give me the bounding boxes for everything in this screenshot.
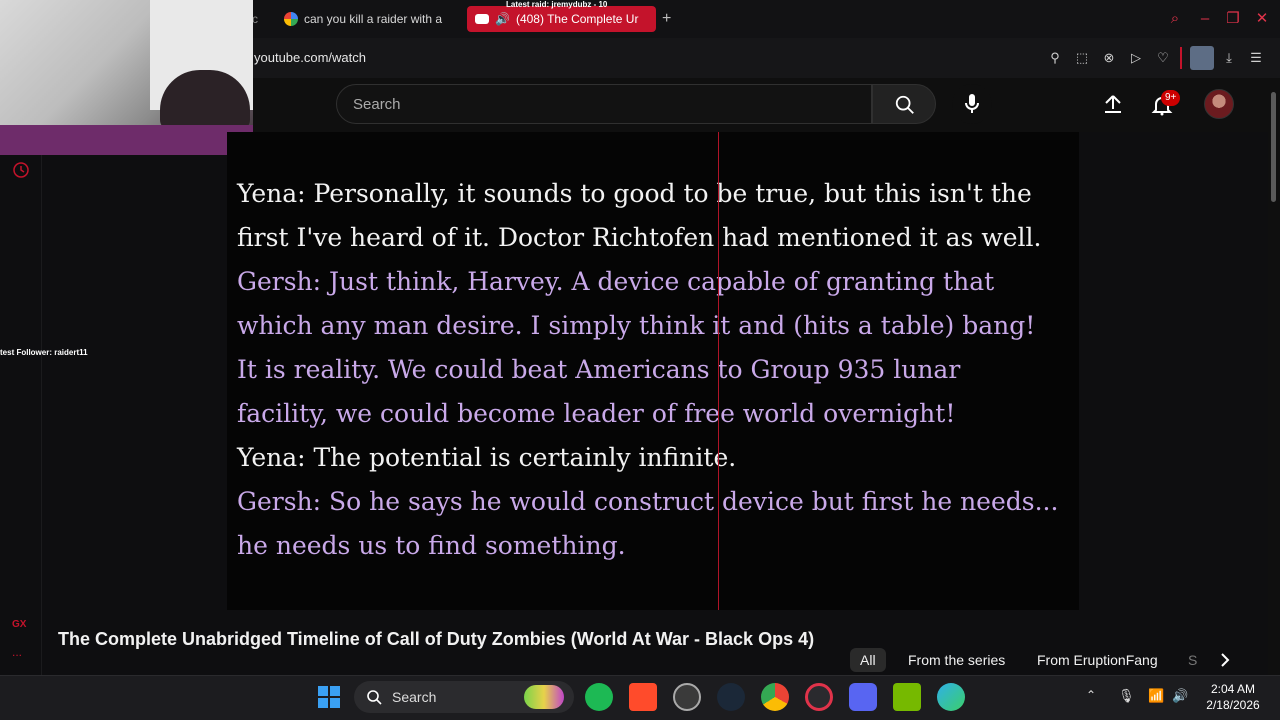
discord-icon[interactable] — [849, 683, 877, 711]
steam-icon[interactable] — [717, 683, 745, 711]
microphone-icon — [965, 94, 979, 113]
clock-time: 2:04 AM — [1210, 682, 1256, 696]
history-icon[interactable] — [12, 161, 30, 179]
subtitle-line: Yena: Personally, it sounds to good to b… — [237, 179, 1032, 208]
search-input[interactable]: Search — [336, 84, 872, 124]
search-icon — [895, 95, 914, 114]
nvidia-icon[interactable] — [893, 683, 921, 711]
search-tabs-icon[interactable]: ⌕ — [1166, 10, 1184, 28]
video-subtitles: Yena: Personally, it sounds to good to b… — [237, 172, 1077, 568]
google-icon — [284, 12, 298, 26]
new-tab-button[interactable]: + — [662, 6, 678, 32]
chip-from-series[interactable]: From the series — [908, 648, 1005, 672]
subtitle-line: Gersh: So he says he would construct dev… — [237, 487, 1059, 516]
chrome-icon[interactable] — [761, 683, 789, 711]
divider — [1180, 47, 1182, 69]
speaker-icon[interactable]: 🔊 — [495, 12, 510, 26]
tab-google-search[interactable]: can you kill a raider with a — [284, 6, 454, 32]
opera-gx-icon[interactable] — [805, 683, 833, 711]
chip-all[interactable]: All — [850, 648, 886, 672]
tab-partial[interactable]: c — [252, 6, 264, 32]
profile-avatar[interactable] — [1190, 46, 1214, 70]
minimize-icon[interactable]: – — [1196, 10, 1214, 28]
taskbar-clock[interactable]: 2:04 AM 2/18/2026 — [1196, 681, 1270, 713]
video-title: The Complete Unabridged Timeline of Call… — [58, 629, 815, 649]
chip-partial[interactable]: S — [1188, 648, 1197, 672]
subtitle-line: which any man desire. I simply think it … — [237, 311, 1036, 340]
tab-label: can you kill a raider with a — [304, 12, 443, 26]
gx-corner-icon[interactable]: GX — [12, 619, 26, 630]
notification-badge: 9+ — [1161, 90, 1181, 106]
tray-chevron-icon[interactable]: ⌃ — [1086, 688, 1096, 702]
subtitle-line: Gersh: Just think, Harvey. A device capa… — [237, 267, 995, 296]
clock-date: 2/18/2026 — [1206, 698, 1260, 712]
upload-icon[interactable] — [1102, 93, 1124, 115]
adblock-icon[interactable]: ⊗ — [1101, 50, 1117, 66]
subtitle-line: It is reality. We could beat Americans t… — [237, 355, 961, 384]
pin-icon[interactable]: ⚲ — [1047, 50, 1063, 66]
obs-icon[interactable] — [673, 683, 701, 711]
search-highlight-icon — [524, 685, 564, 709]
voice-search-button[interactable] — [952, 84, 992, 124]
wifi-icon[interactable]: 📶 — [1148, 688, 1164, 704]
tray-microphone-icon[interactable]: 🎙 — [1118, 688, 1135, 704]
snapshot-icon[interactable]: ⬚ — [1074, 50, 1090, 66]
scrollbar-thumb[interactable] — [1271, 92, 1276, 202]
chip-from-channel[interactable]: From EruptionFang — [1037, 648, 1158, 672]
subtitle-line: he needs us to find something. — [237, 531, 626, 560]
tab-label: (408) The Complete Ur — [515, 12, 639, 26]
latest-follower-overlay: test Follower: raidert11 — [0, 348, 88, 357]
browser-sidebar: GX ... — [0, 155, 42, 675]
taskbar-search-label: Search — [392, 689, 437, 705]
channel-avatar[interactable] — [1204, 89, 1234, 119]
webcam-overlay — [0, 0, 253, 155]
youtube-icon — [475, 14, 489, 24]
spotify-icon[interactable] — [585, 683, 613, 711]
edge-icon[interactable] — [937, 683, 965, 711]
heart-icon[interactable]: ♡ — [1155, 50, 1171, 66]
player-icon[interactable]: ▷ — [1128, 50, 1144, 66]
latest-raid-overlay: Latest raid: jremydubz - 10 — [506, 0, 608, 9]
drag-guide-line — [718, 132, 719, 610]
windows-start-icon[interactable] — [318, 686, 340, 708]
search-icon — [367, 690, 382, 705]
more-icon[interactable]: ... — [12, 645, 22, 659]
restore-icon[interactable]: ❐ — [1224, 10, 1242, 28]
menu-icon[interactable]: ☰ — [1248, 50, 1264, 66]
volume-icon[interactable]: 🔊 — [1172, 688, 1188, 704]
subtitle-line: first I've heard of it. Doctor Richtofen… — [237, 223, 1042, 252]
download-icon[interactable]: ⤓ — [1221, 50, 1237, 66]
subtitle-line: facility, we could become leader of free… — [237, 399, 956, 428]
search-button[interactable] — [872, 84, 936, 124]
chevron-right-icon[interactable] — [1216, 651, 1234, 669]
ea-app-icon[interactable] — [629, 683, 657, 711]
close-icon[interactable]: ✕ — [1253, 10, 1271, 28]
tab-youtube-video[interactable]: 🔊 (408) The Complete Ur — [467, 6, 656, 32]
taskbar-search[interactable]: Search — [354, 681, 574, 713]
url-field[interactable]: youtube.com/watch — [254, 50, 366, 65]
search-placeholder: Search — [353, 96, 401, 113]
subtitle-line: Yena: The potential is certainly infinit… — [237, 443, 737, 472]
